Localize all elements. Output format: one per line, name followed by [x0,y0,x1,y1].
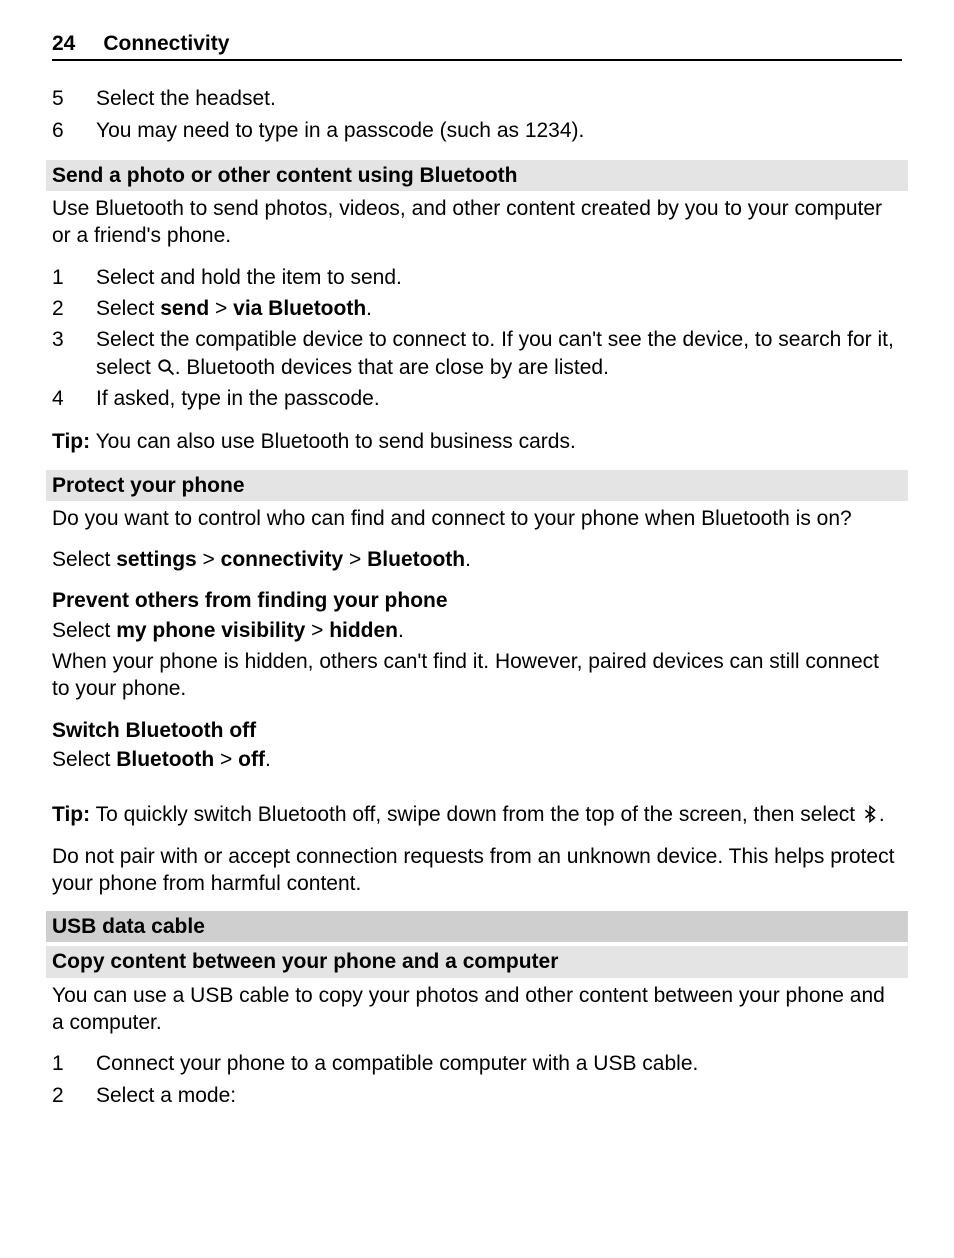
tip-label: Tip: [52,430,90,453]
step-text: Select the headset. [96,85,902,112]
subheading-switch-off: Switch Bluetooth off [52,717,902,744]
text: . [465,548,471,571]
text: > [305,619,329,642]
text: Select [52,748,116,771]
intro-text: Use Bluetooth to send photos, videos, an… [52,195,902,250]
text: . [398,619,404,642]
warning-text: Do not pair with or accept connection re… [52,843,902,898]
subheading-prevent: Prevent others from finding your phone [52,587,902,614]
text: . Bluetooth devices that are close by ar… [175,356,609,379]
tip-text: To quickly switch Bluetooth off, swipe d… [90,803,861,826]
step-number: 6 [52,117,96,144]
text: > [209,297,233,320]
select-path: Select settings > connectivity > Bluetoo… [52,546,902,573]
heading-usb: USB data cable [46,911,908,942]
menu-path-bold: off [238,748,265,771]
intro-text: Do you want to control who can find and … [52,505,902,532]
tip-paragraph: Tip: To quickly switch Bluetooth off, sw… [52,801,902,828]
step-text: Select send > via Bluetooth. [96,295,902,322]
page-header: 24 Connectivity [52,30,902,61]
step-text: If asked, type in the passcode. [96,385,902,412]
page-number: 24 [52,30,75,57]
text: > [197,548,221,571]
tip-paragraph: Tip: You can also use Bluetooth to send … [52,428,902,455]
menu-path-bold: my phone visibility [116,619,305,642]
note-text: When your phone is hidden, others can't … [52,648,902,703]
usb-steps: 1 Connect your phone to a compatible com… [52,1050,902,1109]
step-number: 2 [52,295,96,322]
menu-path-bold: send [160,297,209,320]
list-item: 6 You may need to type in a passcode (su… [52,117,902,144]
step-text: Select and hold the item to send. [96,264,902,291]
text: . [265,748,271,771]
send-steps: 1 Select and hold the item to send. 2 Se… [52,264,902,412]
step-text: Connect your phone to a compatible compu… [96,1050,902,1077]
tip-text: You can also use Bluetooth to send busin… [90,430,576,453]
list-item: 4 If asked, type in the passcode. [52,385,902,412]
step-text: Select a mode: [96,1082,902,1109]
step-number: 2 [52,1082,96,1109]
tip-label: Tip: [52,803,90,826]
text: . [879,803,885,826]
step-number: 5 [52,85,96,112]
menu-path-bold: via Bluetooth [233,297,366,320]
text: Select [52,548,116,571]
step-number: 1 [52,264,96,291]
list-item: 2 Select send > via Bluetooth. [52,295,902,322]
list-item: 1 Select and hold the item to send. [52,264,902,291]
text: Select [52,619,116,642]
step-number: 1 [52,1050,96,1077]
text: > [343,548,367,571]
list-item: 1 Connect your phone to a compatible com… [52,1050,902,1077]
text: > [214,748,238,771]
text: Select [96,297,160,320]
menu-path-bold: hidden [329,619,398,642]
subheading-copy-content: Copy content between your phone and a co… [46,946,908,977]
step-text: Select the compatible device to connect … [96,326,902,381]
headset-steps: 5 Select the headset. 6 You may need to … [52,85,902,144]
menu-path-bold: Bluetooth [116,748,214,771]
menu-path-bold: Bluetooth [367,548,465,571]
step-number: 3 [52,326,96,353]
search-icon [157,358,175,376]
list-item: 3 Select the compatible device to connec… [52,326,902,381]
step-number: 4 [52,385,96,412]
intro-text: You can use a USB cable to copy your pho… [52,982,902,1037]
text: . [366,297,372,320]
bluetooth-icon [861,805,879,823]
select-path: Select my phone visibility > hidden. [52,617,902,644]
list-item: 2 Select a mode: [52,1082,902,1109]
select-path: Select Bluetooth > off. [52,746,902,773]
step-text: You may need to type in a passcode (such… [96,117,902,144]
menu-path-bold: connectivity [221,548,344,571]
section-title: Connectivity [103,30,229,57]
heading-send-bluetooth: Send a photo or other content using Blue… [46,160,908,191]
list-item: 5 Select the headset. [52,85,902,112]
menu-path-bold: settings [116,548,197,571]
heading-protect-phone: Protect your phone [46,470,908,501]
